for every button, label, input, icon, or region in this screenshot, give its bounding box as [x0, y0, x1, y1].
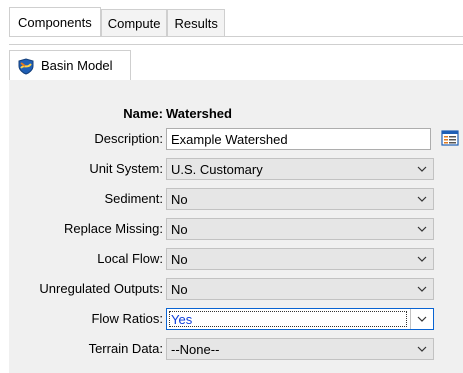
unregulated-outputs-label: Unregulated Outputs:: [39, 281, 163, 296]
sediment-select[interactable]: No: [166, 188, 434, 210]
basin-model-editor: Components Compute Results Basin Model N…: [0, 0, 463, 373]
sediment-label: Sediment:: [104, 191, 163, 206]
chevron-down-icon: [410, 309, 433, 329]
tab-results[interactable]: Results: [167, 9, 225, 36]
sediment-value: No: [171, 191, 188, 207]
basin-model-icon: [17, 57, 35, 75]
chevron-down-icon: [410, 279, 433, 299]
unregulated-outputs-value: No: [171, 281, 188, 297]
chevron-down-icon: [410, 189, 433, 209]
tab-basin-model[interactable]: Basin Model: [9, 50, 131, 80]
description-editor-button[interactable]: [441, 129, 459, 147]
chevron-down-icon: [410, 159, 433, 179]
terrain-data-value: --None--: [171, 341, 220, 357]
chevron-down-icon: [410, 249, 433, 269]
local-flow-select[interactable]: No: [166, 248, 434, 270]
replace-missing-row: Replace Missing: No: [0, 217, 463, 241]
replace-missing-value: No: [171, 221, 188, 237]
description-label: Description:: [94, 131, 163, 146]
name-value: Watershed: [166, 106, 232, 121]
local-flow-value: No: [171, 251, 188, 267]
terrain-data-select[interactable]: --None--: [166, 338, 434, 360]
focus-outline: [169, 311, 407, 327]
description-value: Example Watershed: [171, 131, 288, 147]
description-row: Description: Example Watershed: [0, 127, 463, 151]
flow-ratios-label: Flow Ratios:: [91, 311, 163, 326]
local-flow-label: Local Flow:: [97, 251, 163, 266]
name-label: Name:: [123, 106, 163, 121]
chevron-down-icon: [410, 219, 433, 239]
basin-model-tab-label: Basin Model: [41, 58, 113, 73]
local-flow-row: Local Flow: No: [0, 247, 463, 271]
terrain-data-row: Terrain Data: --None--: [0, 337, 463, 361]
replace-missing-label: Replace Missing:: [64, 221, 163, 236]
unit-system-select[interactable]: U.S. Customary: [166, 158, 434, 180]
unregulated-outputs-row: Unregulated Outputs: No: [0, 277, 463, 301]
description-field[interactable]: Example Watershed: [166, 128, 431, 150]
unit-system-row: Unit System: U.S. Customary: [0, 157, 463, 181]
tab-divider: [9, 36, 463, 37]
tab-components[interactable]: Components: [9, 7, 101, 36]
unit-system-label: Unit System:: [89, 161, 163, 176]
flow-ratios-row: Flow Ratios: Yes: [0, 307, 463, 331]
unregulated-outputs-select[interactable]: No: [166, 278, 434, 300]
replace-missing-select[interactable]: No: [166, 218, 434, 240]
unit-system-value: U.S. Customary: [171, 161, 263, 177]
chevron-down-icon: [410, 339, 433, 359]
tab-compute[interactable]: Compute: [100, 9, 168, 36]
flow-ratios-select[interactable]: Yes: [166, 308, 434, 330]
sediment-row: Sediment: No: [0, 187, 463, 211]
tab-divider-secondary: [9, 44, 463, 45]
name-row: Name: Watershed: [0, 104, 463, 124]
edit-description-icon: [441, 130, 459, 146]
main-tabs: Components Compute Results: [9, 7, 225, 36]
terrain-data-label: Terrain Data:: [88, 341, 163, 356]
